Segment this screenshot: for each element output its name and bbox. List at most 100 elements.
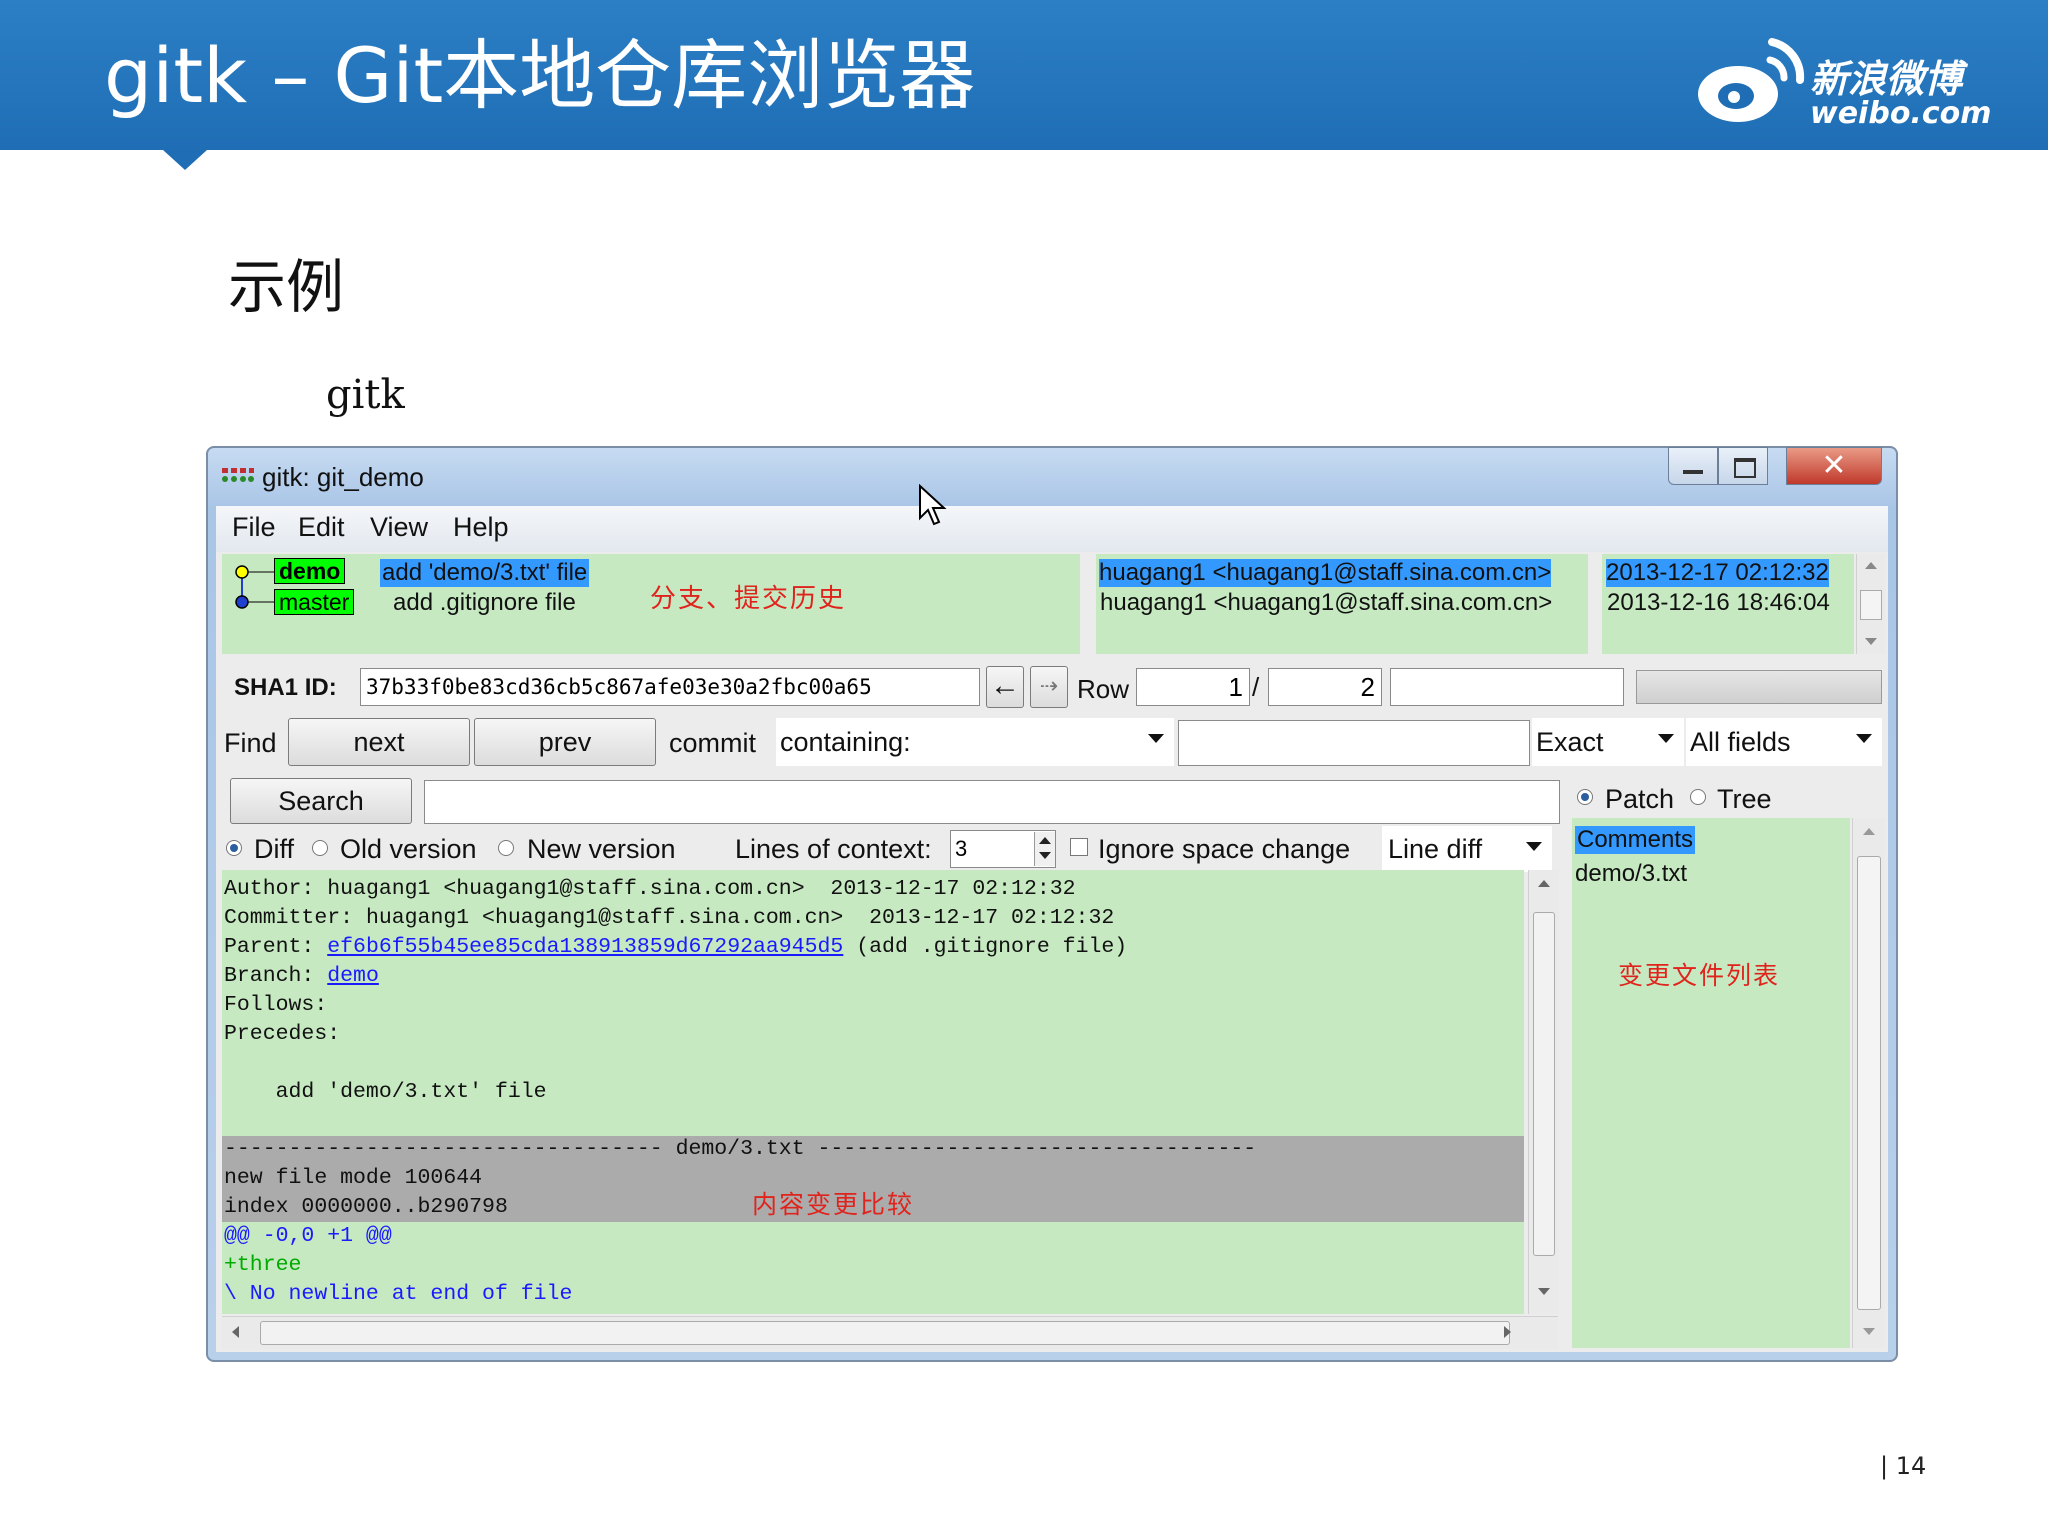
line-diff-dropdown[interactable]: Line diff bbox=[1382, 826, 1552, 872]
commit-date-selected[interactable]: 2013-12-17 02:12:32 bbox=[1606, 559, 1829, 587]
menu-file[interactable]: File bbox=[232, 512, 276, 543]
scroll-up-icon[interactable] bbox=[1863, 828, 1875, 835]
diff-label: Diff bbox=[254, 834, 295, 864]
diff-vertical-scrollbar[interactable] bbox=[1528, 870, 1559, 1314]
commit-list-scrollbar[interactable] bbox=[1856, 554, 1885, 654]
commit-date[interactable]: 2013-12-16 18:46:04 bbox=[1607, 589, 1830, 617]
branch-line: Branch: demo bbox=[224, 962, 379, 991]
scroll-thumb[interactable] bbox=[260, 1321, 1510, 1345]
parent-subject: (add .gitignore file) bbox=[856, 935, 1128, 959]
ignore-space-label: Ignore space change bbox=[1098, 834, 1351, 864]
annotation-file-list: 变更文件列表 bbox=[1618, 961, 1781, 990]
find-type-value: containing: bbox=[780, 727, 911, 757]
match-type-value: Exact bbox=[1536, 727, 1604, 757]
file-list-pane[interactable] bbox=[1572, 818, 1850, 1348]
diff-no-newline: \ No newline at end of file bbox=[224, 1282, 573, 1306]
chevron-down-icon bbox=[1856, 734, 1872, 743]
scroll-down-icon[interactable] bbox=[1863, 1328, 1875, 1335]
spinner-arrows-icon[interactable] bbox=[1034, 832, 1055, 866]
menu-edit[interactable]: Edit bbox=[298, 512, 345, 543]
chevron-down-icon bbox=[1148, 734, 1164, 743]
context-value: 3 bbox=[955, 836, 968, 861]
diff-new-file-mode: new file mode 100644 bbox=[224, 1166, 483, 1190]
scroll-thumb[interactable] bbox=[1533, 912, 1555, 1256]
find-text-input[interactable] bbox=[1178, 720, 1530, 766]
committer-label: Committer: bbox=[224, 906, 354, 930]
match-type-dropdown[interactable]: Exact bbox=[1532, 718, 1684, 766]
find-type-dropdown[interactable]: containing: bbox=[776, 718, 1174, 766]
tree-radio[interactable] bbox=[1690, 789, 1706, 805]
commit-message: add 'demo/3.txt' file bbox=[224, 1080, 547, 1104]
diff-index-line: index 0000000..b290798 bbox=[224, 1195, 508, 1219]
mouse-cursor-icon bbox=[919, 484, 947, 526]
row-label: Row bbox=[1077, 674, 1130, 704]
gitk-app-icon bbox=[222, 468, 254, 482]
weibo-logo-text-en: weibo.com bbox=[1810, 96, 1992, 131]
sub-label: gitk bbox=[326, 372, 405, 418]
committer-value: huagang1 <huagang1@staff.sina.com.cn> 20… bbox=[365, 906, 1115, 930]
row-separator: / bbox=[1252, 672, 1260, 702]
parent-line: Parent: ef6b6f55b45ee85cda138913859d6729… bbox=[224, 933, 1127, 962]
row-current-field[interactable]: 1 bbox=[1136, 668, 1250, 706]
follows-label: Follows: bbox=[224, 993, 328, 1017]
menu-help[interactable]: Help bbox=[453, 512, 509, 543]
ignore-space-checkbox[interactable] bbox=[1070, 838, 1088, 856]
new-version-label: New version bbox=[527, 834, 676, 864]
scroll-left-icon[interactable] bbox=[232, 1326, 239, 1338]
scroll-up-icon[interactable] bbox=[1538, 880, 1550, 887]
status-field bbox=[1390, 668, 1624, 706]
context-label: Lines of context: bbox=[735, 834, 932, 864]
file-list-item[interactable]: demo/3.txt bbox=[1575, 860, 1687, 888]
prev-button[interactable]: prev bbox=[474, 718, 656, 766]
branch-link[interactable]: demo bbox=[327, 964, 379, 988]
annotation-history: 分支、提交历史 bbox=[650, 584, 847, 614]
scroll-down-icon[interactable] bbox=[1865, 638, 1877, 645]
author-label: Author: bbox=[224, 877, 315, 901]
commit-author[interactable]: huagang1 <huagang1@staff.sina.com.cn> bbox=[1100, 589, 1552, 617]
menu-view[interactable]: View bbox=[370, 512, 428, 543]
scroll-thumb[interactable] bbox=[1860, 590, 1882, 620]
slide-title: gitk – Git本地仓库浏览器 bbox=[104, 31, 976, 120]
author-line: Author: huagang1 <huagang1@staff.sina.co… bbox=[224, 875, 1076, 904]
patch-radio[interactable] bbox=[1577, 789, 1593, 805]
scroll-down-icon[interactable] bbox=[1538, 1288, 1550, 1295]
maximize-button[interactable] bbox=[1718, 447, 1768, 485]
author-value: huagang1 <huagang1@staff.sina.com.cn> 20… bbox=[327, 877, 1076, 901]
commit-label: commit bbox=[669, 728, 756, 758]
chevron-down-icon bbox=[1658, 734, 1674, 743]
old-version-radio[interactable] bbox=[312, 840, 328, 856]
minimize-button[interactable] bbox=[1668, 447, 1718, 485]
arrow-right-icon: ⇢ bbox=[1039, 673, 1059, 698]
search-input[interactable] bbox=[424, 780, 1560, 824]
next-button[interactable]: next bbox=[288, 718, 470, 766]
file-list-comments[interactable]: Comments bbox=[1575, 826, 1696, 854]
new-version-radio[interactable] bbox=[498, 840, 514, 856]
diff-radio[interactable] bbox=[226, 840, 242, 856]
commit-author-selected[interactable]: huagang1 <huagang1@staff.sina.com.cn> bbox=[1099, 559, 1552, 587]
patch-label: Patch bbox=[1605, 784, 1675, 814]
scroll-right-icon[interactable] bbox=[1504, 1326, 1511, 1338]
diff-horizontal-scrollbar[interactable] bbox=[222, 1316, 1558, 1349]
file-list-scrollbar[interactable] bbox=[1852, 818, 1885, 1348]
scroll-thumb[interactable] bbox=[1857, 856, 1881, 1310]
commit-subject[interactable]: add .gitignore file bbox=[393, 589, 576, 617]
branch-tag-master[interactable]: master bbox=[274, 589, 355, 615]
commit-subject-selected[interactable]: add 'demo/3.txt' file bbox=[380, 559, 590, 587]
close-icon: ✕ bbox=[1821, 448, 1847, 483]
diff-added-line: +three bbox=[224, 1253, 302, 1277]
close-button[interactable]: ✕ bbox=[1786, 447, 1882, 485]
progress-bar bbox=[1636, 670, 1882, 704]
back-arrow-button[interactable]: ← bbox=[986, 666, 1024, 708]
parent-sha-link[interactable]: ef6b6f55b45ee85cda138913859d67292aa945d5 bbox=[327, 935, 843, 959]
branch-tag-demo[interactable]: demo bbox=[274, 558, 346, 584]
section-heading: 示例 bbox=[228, 253, 345, 321]
sha1-label: SHA1 ID: bbox=[234, 674, 337, 701]
search-button[interactable]: Search bbox=[230, 778, 412, 824]
committer-line: Committer: huagang1 <huagang1@staff.sina… bbox=[224, 904, 1114, 933]
sha1-field[interactable]: 37b33f0be83cd36cb5c867afe03e30a2fbc00a65 bbox=[360, 668, 980, 706]
row-total-field[interactable]: 2 bbox=[1268, 668, 1382, 706]
fields-dropdown[interactable]: All fields bbox=[1686, 718, 1882, 766]
tree-label: Tree bbox=[1717, 784, 1772, 814]
forward-arrow-button[interactable]: ⇢ bbox=[1030, 666, 1068, 708]
scroll-up-icon[interactable] bbox=[1865, 562, 1877, 569]
